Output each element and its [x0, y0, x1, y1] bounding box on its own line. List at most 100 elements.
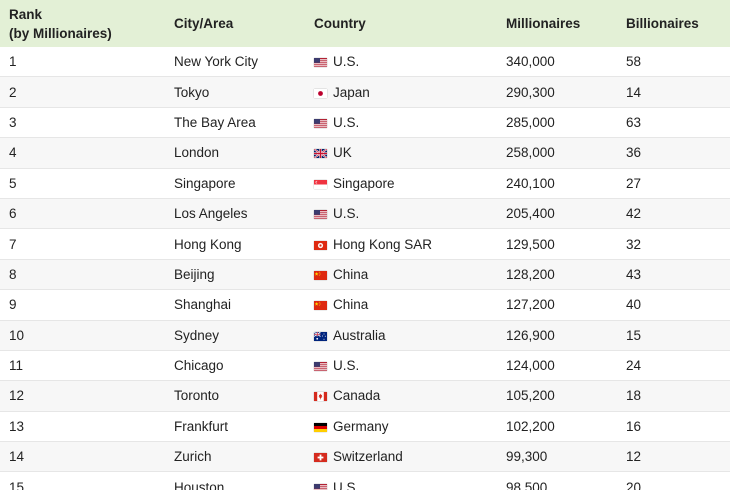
australia-flag-icon [314, 331, 327, 341]
billionaires-cell: 14 [617, 76, 730, 108]
header-millionaires-label: Millionaires [506, 16, 581, 31]
table-row: 13 Frankfurt Germany 102,200 16 [0, 411, 730, 443]
country-label: China [333, 297, 369, 313]
rank-cell: 7 [0, 228, 165, 260]
millionaires-cell: 126,900 [497, 320, 617, 351]
table-row: 1 New York City U.S. 340,000 58 [0, 47, 730, 78]
city-cell: Beijing [165, 259, 305, 291]
billionaires-cell: 36 [617, 137, 730, 169]
billionaires-cell: 12 [617, 441, 730, 473]
table-row: 8 Beijing China 128,200 43 [0, 259, 730, 291]
country-cell: U.S. [305, 47, 497, 78]
country-cell: Switzerland [305, 441, 497, 473]
table-body: 1 New York City U.S. 340,000 58 2 Tokyo Japan 29… [0, 47, 730, 490]
millionaires-cell: 205,400 [497, 198, 617, 230]
country-label: Switzerland [333, 449, 403, 465]
country-cell: U.S. [305, 107, 497, 139]
country-label: U.S. [333, 206, 360, 222]
us-flag-icon [314, 483, 327, 490]
germany-flag-icon [314, 422, 327, 432]
table-row: 12 Toronto Canada 105,200 18 [0, 380, 730, 412]
city-cell: London [165, 137, 305, 169]
rank-cell: 9 [0, 289, 165, 321]
city-cell: Los Angeles [165, 198, 305, 230]
singapore-flag-icon [314, 179, 327, 189]
table-row: 2 Tokyo Japan 290,300 14 [0, 76, 730, 108]
country-cell: UK [305, 137, 497, 169]
billionaires-cell: 63 [617, 107, 730, 139]
country-label: China [333, 266, 369, 282]
millionaires-cell: 128,200 [497, 259, 617, 291]
country-cell: U.S. [305, 350, 497, 382]
header-rank-label: Rank (by Millionaires) [9, 6, 112, 41]
millionaires-cell: 258,000 [497, 137, 617, 169]
us-flag-icon [314, 118, 327, 128]
table-row: 15 Houston U.S. 98,500 20 [0, 471, 730, 490]
rank-cell: 1 [0, 47, 165, 78]
city-cell: New York City [165, 47, 305, 78]
header-city: City/Area [165, 0, 305, 47]
millionaires-cell: 124,000 [497, 350, 617, 382]
country-cell: Japan [305, 76, 497, 108]
millionaires-cell: 129,500 [497, 228, 617, 260]
billionaires-cell: 58 [617, 47, 730, 78]
rank-cell: 2 [0, 76, 165, 108]
switzerland-flag-icon [314, 453, 327, 463]
billionaires-cell: 20 [617, 471, 730, 490]
billionaires-cell: 32 [617, 228, 730, 260]
table-row: 7 Hong Kong Hong Kong SAR 129,500 32 [0, 228, 730, 260]
country-cell: China [305, 289, 497, 321]
billionaires-cell: 24 [617, 350, 730, 382]
country-label: Hong Kong SAR [333, 236, 433, 252]
rank-cell: 12 [0, 380, 165, 412]
millionaires-cell: 99,300 [497, 441, 617, 473]
country-label: U.S. [333, 54, 360, 70]
billionaires-cell: 15 [617, 320, 730, 351]
country-cell: U.S. [305, 198, 497, 230]
rank-cell: 14 [0, 441, 165, 473]
country-label: U.S. [333, 114, 360, 130]
china-flag-icon [314, 270, 327, 280]
billionaires-cell: 42 [617, 198, 730, 230]
hong-kong-flag-icon [314, 240, 327, 250]
country-label: U.S. [333, 358, 360, 374]
country-cell: Singapore [305, 168, 497, 199]
header-country-label: Country [314, 16, 366, 31]
country-label: UK [333, 145, 352, 161]
table-row: 6 Los Angeles U.S. 205,400 42 [0, 198, 730, 230]
rank-cell: 13 [0, 411, 165, 443]
table-row: 3 The Bay Area U.S. 285,000 63 [0, 107, 730, 139]
millionaires-cell: 340,000 [497, 47, 617, 78]
billionaires-cell: 18 [617, 380, 730, 412]
millionaires-cell: 127,200 [497, 289, 617, 321]
header-rank: Rank (by Millionaires) [0, 0, 165, 47]
country-label: Germany [333, 418, 389, 434]
city-cell: Frankfurt [165, 411, 305, 443]
header-billionaires: Billionaires [617, 0, 730, 47]
billionaires-cell: 27 [617, 168, 730, 199]
city-cell: Singapore [165, 168, 305, 199]
header-millionaires: Millionaires [497, 0, 617, 47]
table-row: 11 Chicago U.S. 124,000 24 [0, 350, 730, 382]
china-flag-icon [314, 301, 327, 311]
rank-cell: 3 [0, 107, 165, 139]
rank-cell: 8 [0, 259, 165, 291]
country-label: U.S. [333, 479, 360, 490]
millionaires-cell: 98,500 [497, 471, 617, 490]
japan-flag-icon [314, 88, 327, 98]
millionaires-cell: 240,100 [497, 168, 617, 199]
header-billionaires-label: Billionaires [626, 16, 699, 31]
country-cell: U.S. [305, 471, 497, 490]
millionaire-cities-table: Rank (by Millionaires) City/Area Country… [0, 0, 730, 490]
city-cell: Hong Kong [165, 228, 305, 260]
table-row: 4 London UK 258,000 36 [0, 137, 730, 169]
rank-cell: 4 [0, 137, 165, 169]
us-flag-icon [314, 362, 327, 372]
millionaires-cell: 102,200 [497, 411, 617, 443]
rank-cell: 10 [0, 320, 165, 351]
table-header-row: Rank (by Millionaires) City/Area Country… [0, 0, 730, 47]
city-cell: Zurich [165, 441, 305, 473]
us-flag-icon [314, 58, 327, 68]
canada-flag-icon [314, 392, 327, 402]
city-cell: Sydney [165, 320, 305, 351]
